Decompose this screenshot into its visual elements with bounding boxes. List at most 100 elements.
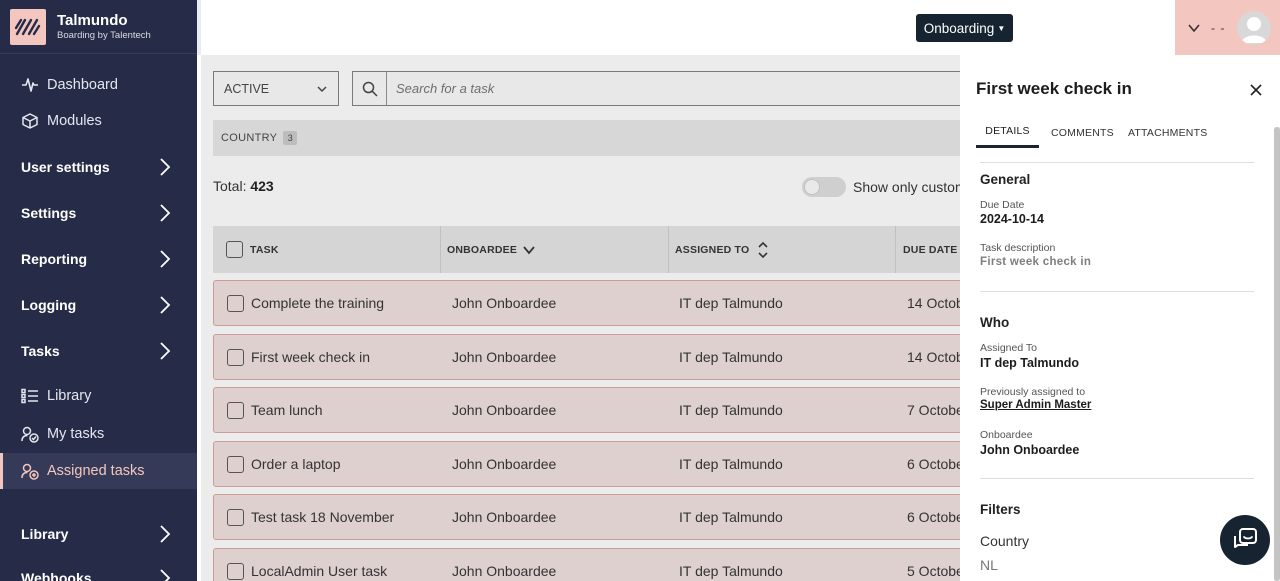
section-who-heading: Who bbox=[980, 315, 1010, 330]
column-header-label: DUE DATE bbox=[903, 243, 958, 256]
section-filters-heading: Filters bbox=[980, 502, 1021, 517]
sidebar-item-modules[interactable]: Modules bbox=[0, 103, 197, 139]
filter-chip-country[interactable]: COUNTRY bbox=[221, 132, 277, 144]
chevron-down-icon bbox=[317, 85, 327, 92]
tab-attachments[interactable]: ATTACHMENTS bbox=[1128, 117, 1207, 148]
select-all-checkbox-cell: TASK bbox=[226, 226, 279, 273]
chevron-down-icon bbox=[1188, 23, 1200, 32]
column-header-onboardee[interactable]: ONBOARDEE bbox=[447, 226, 535, 273]
cell-assigned-to: IT dep Talmundo bbox=[679, 456, 783, 472]
search-icon[interactable] bbox=[353, 72, 387, 105]
sidebar-item-label: Dashboard bbox=[47, 77, 118, 93]
table-row[interactable]: LocalAdmin User task John Onboardee IT d… bbox=[213, 548, 960, 581]
sidebar-item-task-library[interactable]: Library bbox=[0, 378, 197, 414]
cell-task: Complete the training bbox=[251, 295, 385, 311]
sidebar-group-label: Tasks bbox=[21, 343, 60, 359]
tab-comments[interactable]: COMMENTS bbox=[1051, 117, 1114, 148]
sort-desc-icon bbox=[523, 245, 535, 254]
total-count: Total: 423 bbox=[213, 178, 274, 194]
assigned-to-label: Assigned To bbox=[980, 342, 1038, 354]
sidebar-group-library[interactable]: Library bbox=[0, 514, 197, 554]
brand-subtitle: Boarding by Talentech bbox=[57, 29, 151, 41]
assigned-to-value: IT dep Talmundo bbox=[980, 356, 1080, 370]
chevron-right-icon bbox=[160, 569, 171, 581]
onboardee-value: John Onboardee bbox=[980, 443, 1080, 457]
cell-assigned-to: IT dep Talmundo bbox=[679, 563, 783, 579]
task-description-value: First week check in bbox=[980, 256, 1092, 268]
drawer-title: First week check in bbox=[976, 79, 1132, 98]
cell-onboardee: John Onboardee bbox=[452, 509, 557, 525]
avatar[interactable] bbox=[1237, 10, 1272, 45]
previously-assigned-link[interactable]: Super Admin Master bbox=[980, 399, 1091, 411]
divider bbox=[980, 291, 1254, 292]
brand-header[interactable]: Talmundo Boarding by Talentech bbox=[0, 0, 197, 54]
filter-chip-bar: COUNTRY 3 bbox=[213, 120, 960, 156]
total-value: 423 bbox=[250, 178, 274, 194]
column-header-task[interactable]: TASK bbox=[250, 244, 279, 256]
tab-details[interactable]: DETAILS bbox=[976, 117, 1039, 148]
sidebar-item-label: Modules bbox=[47, 113, 102, 129]
due-date-label: Due Date bbox=[980, 199, 1025, 211]
cell-onboardee: John Onboardee bbox=[452, 456, 557, 472]
filter-country-value: NL bbox=[980, 557, 998, 573]
row-checkbox[interactable] bbox=[227, 349, 244, 366]
close-icon[interactable] bbox=[1248, 82, 1264, 98]
toggle-knob bbox=[804, 179, 820, 195]
chevron-right-icon bbox=[160, 250, 171, 268]
sidebar-group-label: Webhooks bbox=[21, 570, 92, 581]
row-checkbox[interactable] bbox=[227, 402, 244, 419]
column-header-label: ASSIGNED TO bbox=[675, 243, 750, 256]
column-header-due-date[interactable]: DUE DATE bbox=[903, 226, 958, 273]
user-assign-icon bbox=[20, 461, 40, 481]
context-dropdown-label: Onboarding bbox=[923, 20, 995, 36]
column-divider bbox=[668, 226, 669, 273]
custom-only-toggle-group: Show only custom bbox=[802, 177, 960, 197]
task-description-label: Task description bbox=[980, 242, 1056, 254]
chat-support-button[interactable] bbox=[1220, 515, 1270, 565]
brand-name: Talmundo bbox=[57, 11, 128, 29]
sidebar-group-webhooks[interactable]: Webhooks bbox=[0, 558, 197, 581]
scrollbar-thumb[interactable] bbox=[1274, 127, 1280, 581]
sidebar-item-label: My tasks bbox=[47, 426, 105, 442]
cell-onboardee: John Onboardee bbox=[452, 402, 557, 418]
select-all-checkbox[interactable] bbox=[226, 241, 243, 258]
row-checkbox[interactable] bbox=[227, 509, 244, 526]
sidebar-item-assigned-tasks[interactable]: Assigned tasks bbox=[0, 453, 197, 489]
sidebar-group-label: Settings bbox=[21, 205, 77, 221]
table-row[interactable]: Order a laptop John Onboardee IT dep Tal… bbox=[213, 441, 960, 487]
column-divider bbox=[440, 226, 441, 273]
sidebar-group-reporting[interactable]: Reporting bbox=[0, 239, 197, 279]
context-dropdown-button[interactable]: Onboarding ▼ bbox=[916, 14, 1013, 42]
status-select[interactable]: ACTIVE bbox=[213, 71, 339, 106]
sidebar-group-user-settings[interactable]: User settings bbox=[0, 147, 197, 187]
custom-only-toggle[interactable] bbox=[802, 177, 846, 197]
total-label: Total: bbox=[213, 178, 247, 194]
cell-due-date: 6 October bbox=[907, 456, 960, 472]
sidebar-item-my-tasks[interactable]: My tasks bbox=[0, 416, 197, 452]
table-row[interactable]: Team lunch John Onboardee IT dep Talmund… bbox=[213, 387, 960, 433]
drawer-scrollbar[interactable] bbox=[1274, 127, 1280, 581]
column-divider bbox=[895, 226, 896, 273]
chevron-right-icon bbox=[160, 158, 171, 176]
row-checkbox[interactable] bbox=[227, 295, 244, 312]
caret-down-icon: ▼ bbox=[997, 23, 1006, 33]
drawer-tabs: DETAILS COMMENTS ATTACHMENTS bbox=[976, 117, 1254, 163]
filter-country-label: Country bbox=[980, 533, 1030, 549]
user-menu[interactable]: - - bbox=[1175, 0, 1280, 55]
sidebar-group-logging[interactable]: Logging bbox=[0, 285, 197, 325]
row-checkbox[interactable] bbox=[227, 563, 244, 580]
table-row[interactable]: Complete the training John Onboardee IT … bbox=[213, 280, 960, 326]
sidebar-group-tasks[interactable]: Tasks bbox=[0, 331, 197, 371]
cell-due-date: 6 October bbox=[907, 509, 960, 525]
sidebar-group-settings[interactable]: Settings bbox=[0, 193, 197, 233]
cell-assigned-to: IT dep Talmundo bbox=[679, 349, 783, 365]
cell-onboardee: John Onboardee bbox=[452, 563, 557, 579]
table-row[interactable]: Test task 18 November John Onboardee IT … bbox=[213, 494, 960, 540]
row-checkbox[interactable] bbox=[227, 456, 244, 473]
sidebar-item-dashboard[interactable]: Dashboard bbox=[0, 67, 197, 103]
search-input[interactable] bbox=[387, 72, 960, 105]
column-header-assigned-to[interactable]: ASSIGNED TO bbox=[675, 226, 769, 273]
sort-icon bbox=[758, 241, 768, 258]
table-row[interactable]: First week check in John Onboardee IT de… bbox=[213, 334, 960, 380]
cell-task: Order a laptop bbox=[251, 456, 341, 472]
